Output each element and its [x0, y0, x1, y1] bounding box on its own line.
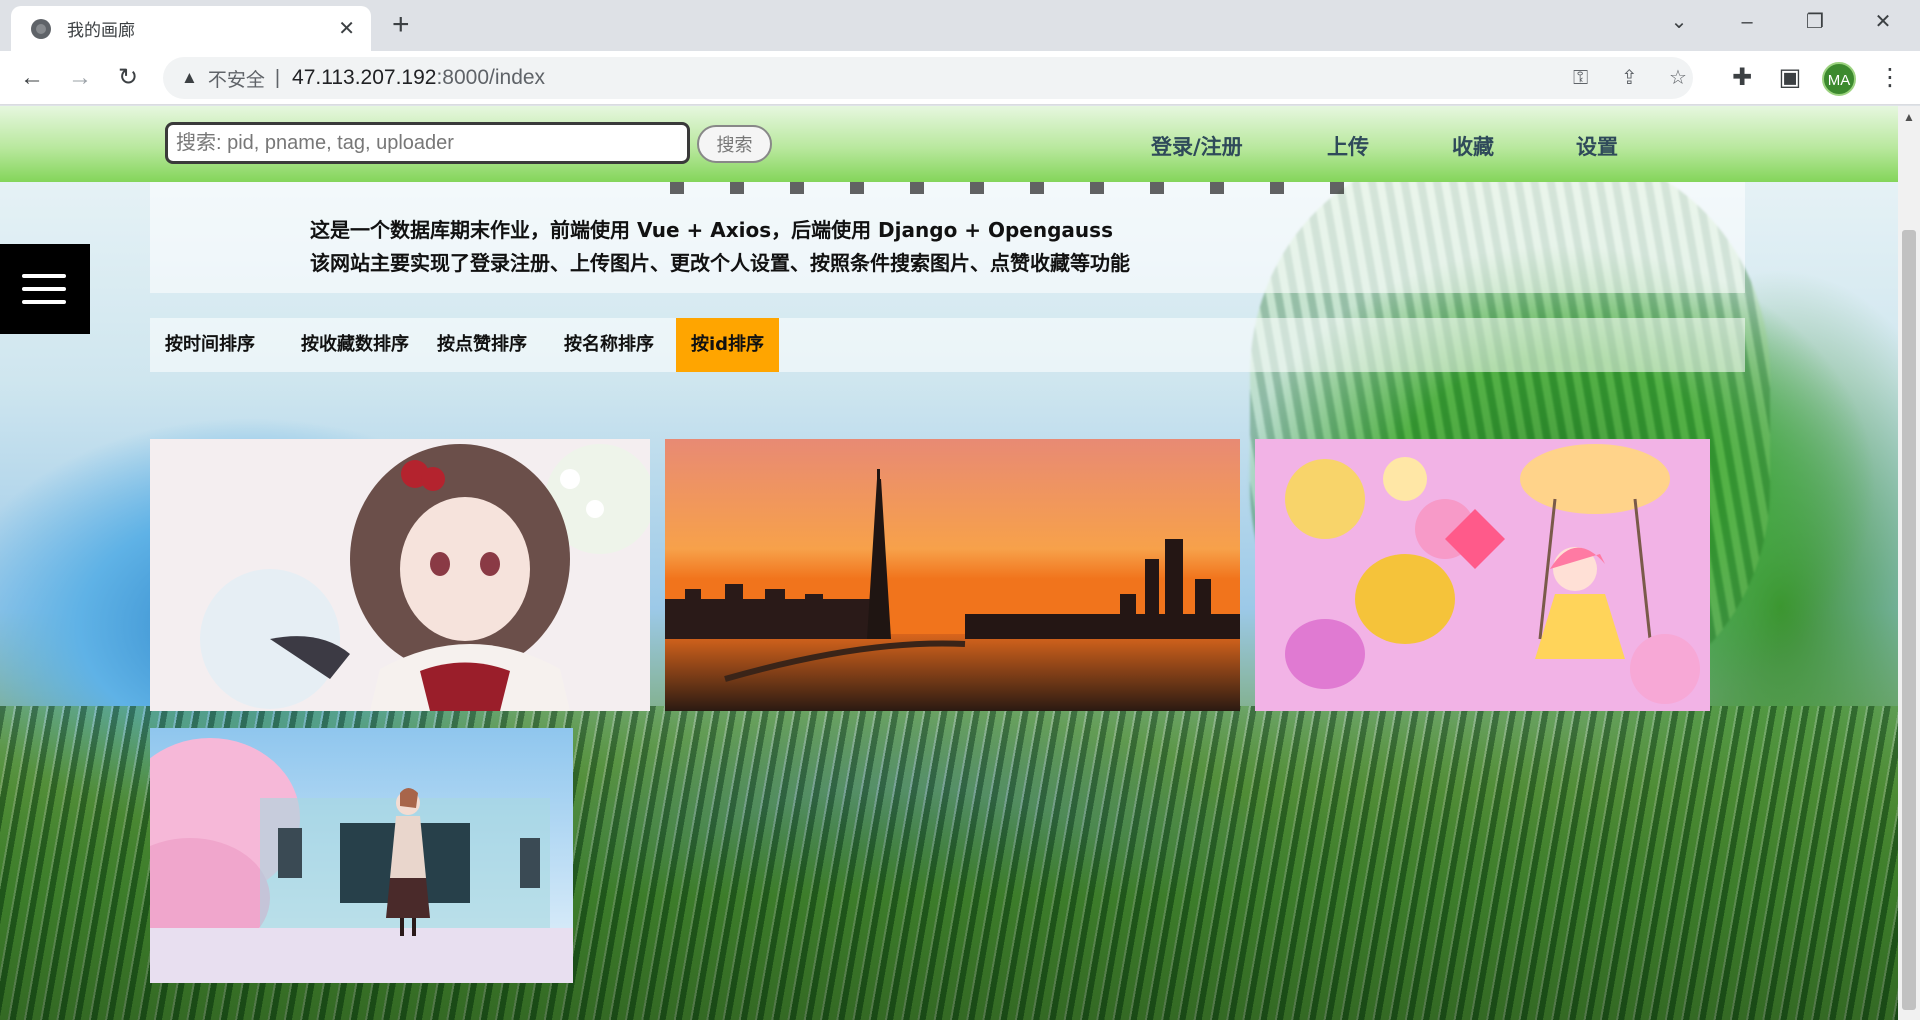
profile-avatar[interactable]: MA: [1822, 62, 1856, 96]
gallery-card[interactable]: [665, 439, 1240, 711]
nav-upload[interactable]: 上传: [1327, 131, 1369, 161]
sort-by-time[interactable]: 按时间排序: [150, 318, 270, 372]
sort-by-name[interactable]: 按名称排序: [549, 318, 669, 372]
restore-icon[interactable]: ❐: [1790, 8, 1840, 36]
sort-bar: 按时间排序 按收藏数排序 按点赞排序 按名称排序 按id排序: [150, 318, 1745, 372]
search-input[interactable]: [165, 122, 690, 164]
nav-favorites[interactable]: 收藏: [1452, 131, 1494, 161]
sort-by-likes[interactable]: 按点赞排序: [422, 318, 542, 372]
url-path: :8000/index: [436, 66, 546, 89]
menu-hamburger-icon[interactable]: [0, 244, 90, 334]
page-scrollbar[interactable]: ▲: [1898, 106, 1920, 1020]
sort-by-favorites[interactable]: 按收藏数排序: [286, 318, 424, 372]
browser-tabstrip: 我的画廊 ✕ + ⌄ – ❐ ✕: [0, 0, 1920, 51]
share-icon[interactable]: ⇪: [1621, 57, 1638, 99]
new-tab-button[interactable]: +: [392, 8, 410, 42]
title-lettering-fragment: [670, 182, 1370, 194]
separator: |: [274, 66, 281, 89]
nav-settings[interactable]: 设置: [1576, 131, 1618, 161]
star-icon[interactable]: ☆: [1669, 57, 1687, 99]
extensions-icon[interactable]: ✚: [1726, 62, 1758, 94]
intro-line-2: 该网站主要实现了登录注册、上传图片、更改个人设置、按照条件搜索图片、点赞收藏等功…: [310, 251, 1130, 275]
browser-tab[interactable]: 我的画廊 ✕: [11, 6, 371, 51]
search-button[interactable]: 搜索: [697, 125, 772, 163]
gallery-image-stage-sakura-girl: [150, 728, 573, 983]
gallery-image-pink-fantasy-swing: [1255, 439, 1710, 711]
gallery-image-anime-girl-flowers: [150, 439, 650, 711]
security-label[interactable]: 不安全: [208, 65, 265, 92]
intro-panel: 这是一个数据库期末作业，前端使用 Vue + Axios，后端使用 Django…: [150, 182, 1745, 293]
scroll-up-icon[interactable]: ▲: [1903, 110, 1915, 124]
gallery-card[interactable]: [150, 728, 573, 983]
url-host: 47.113.207.192: [292, 66, 437, 89]
window-close-icon[interactable]: ✕: [1858, 8, 1908, 36]
sort-by-id[interactable]: 按id排序: [676, 318, 780, 372]
minimize-icon[interactable]: –: [1722, 8, 1772, 36]
gallery-card[interactable]: [1255, 439, 1710, 711]
chevron-down-icon[interactable]: ⌄: [1654, 8, 1704, 36]
menu-dots-icon[interactable]: ⋮: [1874, 62, 1906, 94]
back-arrow-icon[interactable]: ←: [16, 62, 48, 94]
site-header: 搜索 登录/注册 上传 收藏 设置: [0, 106, 1898, 182]
page-viewport: 搜索 登录/注册 上传 收藏 设置 这是一个数据库期末作业，前端使用 Vue +…: [0, 106, 1898, 1020]
side-panel-icon[interactable]: ▣: [1774, 62, 1806, 94]
address-bar[interactable]: ▲ 不安全 | 47.113.207.192 :8000/index ⚿ ⇪ ☆: [163, 57, 1693, 99]
forward-arrow-icon[interactable]: →: [64, 62, 96, 94]
reload-icon[interactable]: ↻: [112, 62, 144, 94]
nav-login-register[interactable]: 登录/注册: [1151, 131, 1243, 161]
key-icon[interactable]: ⚿: [1573, 57, 1588, 99]
browser-toolbar: ← → ↻ ▲ 不安全 | 47.113.207.192 :8000/index…: [0, 51, 1920, 105]
gallery-image-city-skyline-sunset: [665, 439, 1240, 711]
gallery-card[interactable]: [150, 439, 650, 711]
globe-icon: [31, 18, 51, 39]
intro-line-1: 这是一个数据库期末作业，前端使用 Vue + Axios，后端使用 Django…: [310, 218, 1113, 242]
warning-icon[interactable]: ▲: [181, 68, 198, 88]
scroll-thumb[interactable]: [1902, 230, 1916, 1010]
close-icon[interactable]: ✕: [338, 16, 355, 41]
tab-title: 我的画廊: [67, 21, 135, 40]
